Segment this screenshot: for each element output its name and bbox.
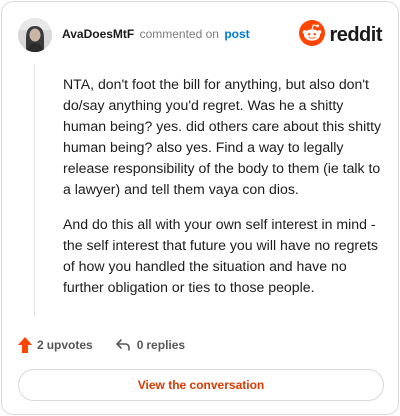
- view-conversation-button[interactable]: View the conversation: [18, 369, 384, 401]
- comment-header: AvaDoesMtF commented on post reddit: [18, 18, 382, 52]
- comment-paragraph-1: NTA, don't foot the bill for anything, b…: [63, 76, 382, 197]
- upvote-arrow-icon: [18, 337, 32, 353]
- upvotes-action[interactable]: 2 upvotes: [18, 337, 93, 353]
- reply-arrow-icon: [115, 338, 131, 352]
- username[interactable]: AvaDoesMtF: [62, 27, 134, 41]
- reddit-logo-icon: [299, 19, 326, 51]
- comment-meta: AvaDoesMtF commented on post: [62, 27, 250, 41]
- comment-embed-card: AvaDoesMtF commented on post reddit NTA,…: [1, 1, 399, 415]
- avatar[interactable]: [18, 18, 52, 52]
- reddit-brand[interactable]: reddit: [299, 18, 382, 52]
- upvotes-label: upvotes: [46, 338, 93, 352]
- replies-action[interactable]: 0 replies: [115, 338, 185, 352]
- comment-paragraph-2: And do this all with your own self inter…: [63, 216, 378, 295]
- reddit-wordmark: reddit: [329, 23, 382, 46]
- replies-count: 0: [136, 338, 144, 352]
- comment-actions: 2 upvotes 0 replies: [18, 336, 185, 354]
- post-link[interactable]: post: [224, 27, 249, 41]
- thread-line: [34, 64, 35, 316]
- upvotes-count: 2: [37, 338, 44, 352]
- commented-on-text: commented on: [139, 27, 219, 41]
- comment-body: NTA, don't foot the bill for anything, b…: [63, 74, 383, 312]
- replies-label: replies: [146, 338, 186, 352]
